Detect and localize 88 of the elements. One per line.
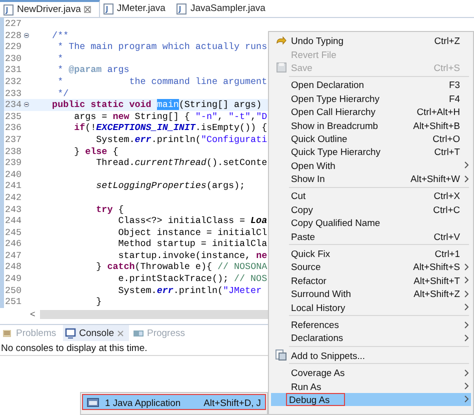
menu-item[interactable]: Open With (271, 158, 471, 172)
menu-item[interactable]: Show In Alt+Shift+W (271, 172, 471, 186)
line-number: 239 (4, 157, 23, 169)
menu-item[interactable]: Undo Typing Ctrl+Z (271, 34, 471, 48)
code-line: if(!EXCEPTIONS_IN_INIT.isEmpty()) { (73, 122, 268, 134)
line-number: 231 (4, 64, 23, 76)
code-line: public static void main(String[] args) (51, 99, 262, 111)
line-number: 250 (4, 284, 23, 296)
menu-item[interactable]: Run As (271, 379, 471, 393)
code-line: setLoggingProperties(args); (95, 180, 246, 192)
line-number: 237 (4, 134, 23, 146)
application-icon (87, 396, 99, 408)
undo-icon (275, 36, 287, 46)
menu-item[interactable]: 1 Java Application Alt+Shift+D, J (83, 395, 265, 409)
code-line: } catch(Throwable e){ // NOSONA (95, 261, 268, 274)
close-icon (84, 6, 91, 13)
code-line: System.err.println("JMeter (117, 284, 263, 296)
line-number: 235 (4, 110, 23, 122)
line-number: 233 (4, 88, 23, 100)
menu-item[interactable]: References (271, 318, 471, 332)
snippets-icon (275, 349, 287, 362)
close-icon (116, 330, 124, 336)
menu-item[interactable]: Paste Ctrl+V (271, 229, 471, 243)
progress-icon (132, 328, 144, 338)
line-number: 242 (4, 192, 23, 204)
menu-item[interactable]: Copy Ctrl+C (271, 202, 471, 216)
editor-tab[interactable]: JMeter.java (100, 0, 174, 17)
line-number: 251 (4, 296, 23, 308)
code-line: try { (95, 204, 124, 216)
menu-item[interactable]: Refactor Alt+Shift+T (271, 274, 471, 288)
menu-item[interactable]: Quick Type Hierarchy Ctrl+T (271, 145, 471, 159)
line-number: 229 (4, 41, 23, 53)
line-number: 232 (4, 76, 23, 88)
code-line: Object instance = initialCl (117, 226, 268, 238)
code-line: * the command line argument (56, 76, 268, 88)
code-line: * (56, 52, 64, 64)
line-number: 245 (4, 226, 23, 238)
line-number: 227 (4, 18, 23, 30)
scrollbar[interactable] (40, 310, 268, 318)
line-number: 240 (4, 168, 23, 180)
code-line: Thread.currentThread().setConte (95, 157, 268, 169)
editor-tab[interactable]: NewDriver.java (0, 0, 100, 17)
line-number: 241 (4, 180, 23, 192)
java-file-icon (102, 2, 114, 14)
save-icon (276, 62, 286, 73)
scroll-left-arrow[interactable]: < (30, 309, 40, 319)
panel-tab[interactable]: Console (63, 325, 129, 341)
menu-item[interactable]: Quick Fix Ctrl+1 (271, 246, 471, 260)
line-number: 247 (4, 250, 23, 262)
menu-item[interactable]: Quick Outline Ctrl+O (271, 132, 471, 146)
line-number: 230 (4, 52, 23, 64)
line-number: 234 (4, 99, 23, 111)
line-number: 248 (4, 261, 23, 274)
line-number: 238 (4, 146, 23, 158)
code-line: e.printStackTrace(); // NOS (117, 273, 268, 285)
code-line: } else { (73, 146, 118, 158)
menu-item[interactable]: Show in Breadcrumb Alt+Shift+B (271, 118, 471, 132)
menu-item[interactable]: Coverage As (271, 366, 471, 380)
line-number: 249 (4, 273, 23, 285)
code-line: Method startup = initialCla (117, 238, 268, 250)
problems-icon (2, 328, 13, 338)
java-file-icon (176, 2, 188, 14)
code-line: startup.invoke(instance, ne (117, 250, 268, 262)
line-number: 228 (4, 30, 23, 42)
menu-item[interactable]: Source Alt+Shift+S (271, 260, 471, 274)
line-number: 243 (4, 204, 23, 216)
console-icon (65, 328, 76, 338)
code-line: args = new String[] { "-n", "-t","D (73, 110, 268, 122)
java-file-icon (3, 4, 14, 16)
line-number: 246 (4, 238, 23, 250)
editor-tab[interactable]: JavaSampler.java (173, 0, 274, 17)
menu-item[interactable]: Local History (271, 300, 471, 314)
code-line: } (95, 296, 102, 308)
code-line: System.err.println("Configurati (95, 134, 268, 146)
code-line: * @param args (56, 64, 130, 76)
code-line: Class<?> initialClass = Loa (117, 215, 268, 227)
menu-item[interactable]: Cut Ctrl+X (271, 189, 471, 203)
menu-item[interactable]: Open Declaration F3 (271, 78, 471, 92)
code-line: /** (51, 30, 69, 42)
code-line: * The main program which actually runs (56, 41, 268, 53)
code-line: */ (56, 88, 69, 100)
menu-item[interactable]: Copy Qualified Name (271, 216, 471, 230)
menu-item[interactable]: Debug As (271, 392, 471, 406)
menu-item[interactable]: Surround With Alt+Shift+Z (271, 287, 471, 300)
line-number: 244 (4, 215, 23, 227)
menu-item[interactable]: Open Type Hierarchy F4 (271, 92, 471, 105)
menu-item[interactable]: Open Call Hierarchy Ctrl+Alt+H (271, 104, 471, 118)
line-number: 236 (4, 122, 23, 134)
